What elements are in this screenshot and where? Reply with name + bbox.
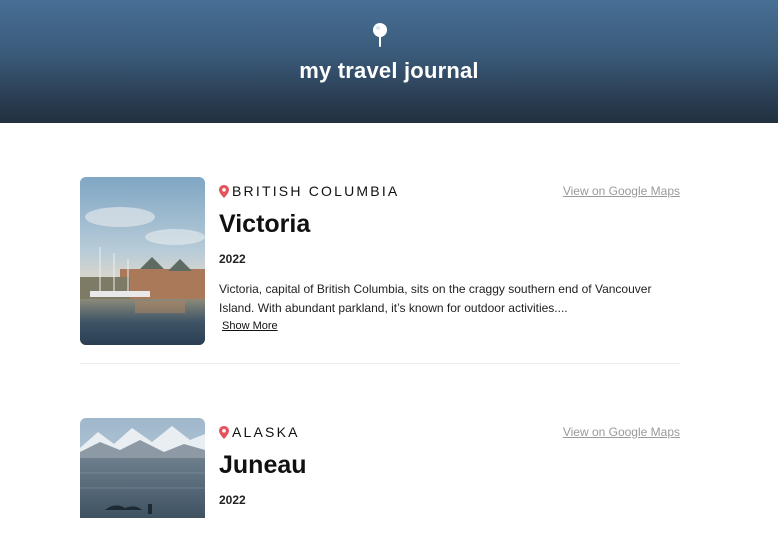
entry-year: 2022 [219,493,246,507]
location-pin-icon [219,425,229,439]
location-pin-icon [219,184,229,198]
location-name: BRITISH COLUMBIA [232,183,400,199]
location-name: ALASKA [232,424,300,440]
entry-photo[interactable] [80,177,205,345]
entry-location: BRITISH COLUMBIA [219,183,399,199]
page-header: my travel journal [0,0,778,123]
entry-description: Victoria, capital of British Columbia, s… [219,282,652,315]
google-maps-link[interactable]: View on Google Maps [563,425,680,439]
entry-title: Juneau [219,451,307,479]
entry-year: 2022 [219,252,246,266]
map-pin-icon [373,23,387,47]
entry-title: Victoria [219,210,311,238]
show-more-button[interactable]: Show More [222,320,278,332]
entry-location: ALASKA [219,424,300,440]
journal-entry: BRITISH COLUMBIA View on Google Maps Vic… [80,177,680,364]
journal-entry: ALASKA View on Google Maps Juneau 2022 [80,418,680,538]
site-title: my travel journal [299,58,479,83]
google-maps-link[interactable]: View on Google Maps [563,184,680,198]
entry-photo[interactable] [80,418,205,518]
